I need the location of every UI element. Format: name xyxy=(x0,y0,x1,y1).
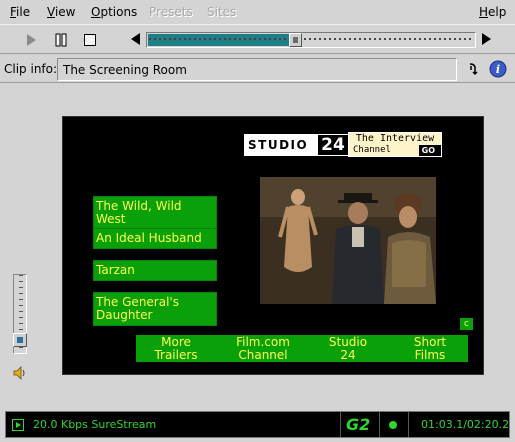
bottom-link-bar: More Trailers Film.com Channel Studio 24… xyxy=(136,335,468,362)
movie-still-image xyxy=(260,177,436,304)
g2-logo: G2 xyxy=(346,415,371,434)
link-tarzan[interactable]: Tarzan xyxy=(93,260,217,281)
video-display: STUDIO 24 The Interview Channel GO The W… xyxy=(62,116,484,375)
rewind-icon[interactable] xyxy=(131,33,140,45)
menu-view[interactable]: View xyxy=(47,5,75,19)
pause-icon xyxy=(55,33,67,47)
corner-button[interactable]: c xyxy=(460,318,473,330)
link-ideal-husband[interactable]: An Ideal Husband xyxy=(93,228,217,249)
logo-studio-text: STUDIO xyxy=(248,138,309,152)
menu-options[interactable]: Options xyxy=(91,5,137,19)
status-play-icon xyxy=(12,419,24,431)
status-panel: 20.0 Kbps SureStream G2 01:03.1/02:20.2 xyxy=(5,411,510,438)
stream-rate: 20.0 Kbps SureStream xyxy=(33,418,157,431)
divider xyxy=(379,412,380,437)
stop-icon xyxy=(84,34,96,46)
clip-info-field: The Screening Room xyxy=(57,58,457,81)
stop-button[interactable] xyxy=(79,30,101,50)
seek-ticks xyxy=(149,38,473,40)
info-icon: i xyxy=(489,60,507,78)
link-icon xyxy=(469,63,478,76)
svg-text:i: i xyxy=(496,63,500,76)
link-wild-wild-west[interactable]: The Wild, Wild West xyxy=(93,196,217,230)
status-bar: 20.0 Kbps SureStream G2 01:03.1/02:20.2 xyxy=(0,408,515,442)
menu-file[interactable]: File xyxy=(10,5,30,19)
logo-line1: The Interview xyxy=(349,133,441,145)
status-indicator xyxy=(389,421,397,429)
seek-thumb[interactable] xyxy=(289,33,302,47)
bottom-link-line: Trailers xyxy=(154,348,198,362)
link-generals-daughter[interactable]: The General's Daughter xyxy=(93,292,217,326)
studio24-logo[interactable]: STUDIO 24 The Interview Channel GO xyxy=(244,132,444,158)
menu-help[interactable]: Help xyxy=(479,5,506,19)
divider xyxy=(340,412,341,437)
pause-button[interactable] xyxy=(50,30,72,50)
transport-bar xyxy=(0,24,515,54)
menu-sites: Sites xyxy=(207,5,237,19)
link-filmcom-channel[interactable]: Film.com Channel xyxy=(220,336,306,362)
speaker-icon[interactable] xyxy=(12,366,28,380)
seek-slider[interactable] xyxy=(146,32,476,48)
bottom-link-line: Films xyxy=(414,348,446,362)
link-short-films[interactable]: Short Films xyxy=(392,336,468,362)
logo-tagline: The Interview Channel GO xyxy=(348,132,442,157)
logo-studio-block: STUDIO 24 xyxy=(244,134,348,156)
logo-number: 24 xyxy=(318,135,348,155)
info-button[interactable]: i xyxy=(488,59,508,79)
clip-info-label: Clip info: xyxy=(4,62,58,76)
play-button[interactable] xyxy=(20,30,42,50)
fast-forward-icon[interactable] xyxy=(482,33,491,45)
seek-progress xyxy=(148,34,292,46)
time-display: 01:03.1/02:20.2 xyxy=(421,418,510,431)
logo-go: GO xyxy=(418,145,441,156)
volume-thumb[interactable] xyxy=(13,333,27,347)
menu-presets: Presets xyxy=(149,5,193,19)
bottom-link-line: 24 xyxy=(340,348,356,362)
link-more-trailers[interactable]: More Trailers xyxy=(136,336,216,362)
clip-info-bar: Clip info: The Screening Room i xyxy=(0,55,515,83)
link-studio-24[interactable]: Studio 24 xyxy=(312,336,384,362)
bottom-link-line: Channel xyxy=(238,348,288,362)
divider xyxy=(408,412,409,437)
link-button[interactable] xyxy=(463,59,483,79)
video-thumbnail[interactable] xyxy=(260,177,436,304)
play-icon xyxy=(27,34,36,46)
menu-bar: File View Options Presets Sites Help xyxy=(0,0,515,24)
